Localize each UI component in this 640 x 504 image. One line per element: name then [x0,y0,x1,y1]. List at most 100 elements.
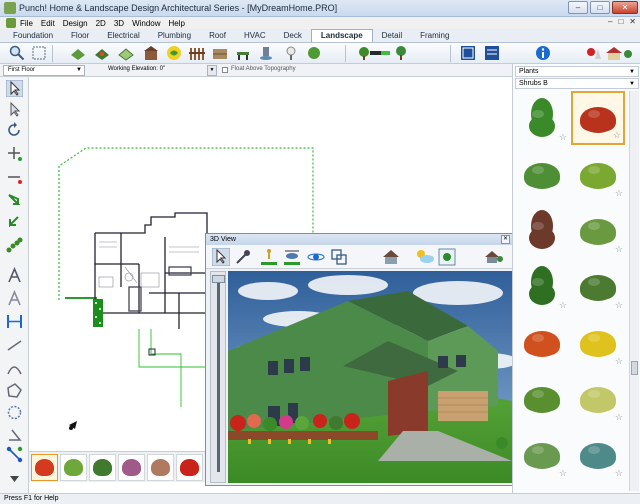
move-corner-icon[interactable] [6,214,23,231]
scroll-down-icon[interactable] [6,470,23,487]
polygon-icon[interactable] [6,382,23,399]
document-icon[interactable] [6,18,16,28]
zoom-slider-thumb[interactable] [212,275,225,283]
strip-plant-5[interactable] [147,453,174,481]
favorite-star-icon[interactable]: ☆ [615,244,623,255]
fence-icon[interactable] [189,45,205,61]
plant-thumbnail[interactable]: ☆ [515,427,569,481]
favorite-star-icon[interactable]: ☆ [615,356,623,367]
tab-detail[interactable]: Detail [373,30,411,42]
plant-thumbnail[interactable]: ☆ [571,259,625,313]
angle-icon[interactable] [6,426,23,443]
favorite-star-icon[interactable]: ☆ [615,412,623,423]
strip-plant-4[interactable] [118,453,145,481]
strip-plant-1[interactable] [31,453,58,481]
arc-icon[interactable] [6,360,23,377]
scrollbar-thumb[interactable] [631,361,638,375]
shrub-icon[interactable] [306,45,322,61]
connect-icon[interactable] [6,446,23,463]
menu-edit[interactable]: Edit [41,19,55,28]
terrain-icon[interactable] [70,45,86,61]
tab-plumbing[interactable]: Plumbing [149,30,200,42]
3d-render-viewport[interactable] [228,271,512,483]
strip-plant-2[interactable] [60,453,87,481]
rotate-icon[interactable] [6,122,23,139]
remove-point-icon[interactable] [6,169,23,186]
wall-icon[interactable] [212,45,228,61]
minimize-button[interactable]: – [568,1,588,14]
close-button[interactable]: ✕ [612,1,638,14]
strip-plant-3[interactable] [89,453,116,481]
bench-icon[interactable] [235,45,251,61]
view-box-icon[interactable] [330,248,348,266]
select-area-icon[interactable] [31,45,47,61]
dimension-icon[interactable] [6,313,23,330]
close-icon[interactable]: ✕ [501,235,510,244]
weather-icon[interactable] [415,248,435,266]
tab-deck[interactable]: Deck [275,30,311,42]
doc-minimize-button[interactable]: – [608,17,612,26]
elevation-dropdown[interactable]: ▼ [207,65,217,76]
zoom-slider[interactable] [210,271,226,483]
plan-view-icon[interactable] [460,45,476,61]
tab-landscape[interactable]: Landscape [310,29,373,42]
tree-growth-icon[interactable] [393,45,409,61]
favorite-star-icon[interactable]: ☆ [615,188,623,199]
plant-thumbnail[interactable] [515,147,569,201]
gazebo-icon[interactable] [143,45,159,61]
plant-subcategory-select[interactable]: Shrubs B ▼ [515,78,639,89]
menu-design[interactable]: Design [63,19,88,28]
walkthrough-icon[interactable] [260,248,278,266]
layout-view-icon[interactable] [484,45,500,61]
favorite-star-icon[interactable]: ☆ [615,300,623,311]
helicopter-icon[interactable] [283,248,301,266]
plant-thumbnail[interactable]: ☆ [571,427,625,481]
garden-icon[interactable] [166,45,182,61]
eyedropper-icon[interactable] [234,248,252,266]
tab-foundation[interactable]: Foundation [4,30,62,42]
pathway-icon[interactable] [118,45,134,61]
tab-framing[interactable]: Framing [411,30,458,42]
float-checkbox[interactable] [222,67,228,73]
menu-file[interactable]: File [20,19,33,28]
plant-thumbnail[interactable] [515,371,569,425]
strip-plant-6[interactable] [176,453,203,481]
plant-thumbnail[interactable]: ☆ [571,203,625,257]
decorations-icon[interactable] [586,45,602,61]
plant-thumbnail[interactable] [515,315,569,369]
menu-3d[interactable]: 3D [114,19,124,28]
menu-window[interactable]: Window [132,19,160,28]
tab-hvac[interactable]: HVAC [235,30,275,42]
plant-thumbnail[interactable]: ☆ [515,91,569,145]
plant-thumbnail[interactable]: ☆ [571,91,625,145]
menu-help[interactable]: Help [169,19,185,28]
water-feature-icon[interactable] [258,45,274,61]
plant-scrollbar[interactable] [629,91,639,491]
plant-thumbnail[interactable]: ☆ [571,315,625,369]
tab-floor[interactable]: Floor [62,30,98,42]
hedge-row-icon[interactable] [6,237,23,254]
render-settings-icon[interactable] [438,248,456,266]
plant-thumbnail[interactable]: ☆ [571,371,625,425]
doc-close-button[interactable]: ✕ [629,17,636,26]
tab-electrical[interactable]: Electrical [98,30,148,42]
text-icon[interactable] [6,267,23,284]
landscape-render-icon[interactable] [482,248,504,266]
doc-restore-button[interactable]: □ [618,17,623,26]
move-down-icon[interactable] [6,192,23,209]
maximize-button[interactable]: □ [590,1,610,14]
light-icon[interactable] [283,45,299,61]
favorite-star-icon[interactable]: ☆ [559,468,567,479]
plant-thumbnail[interactable]: ☆ [571,147,625,201]
3d-view-titlebar[interactable]: 3D View ✕ [206,234,512,245]
circle-icon[interactable] [6,404,23,421]
add-point-icon[interactable] [6,145,23,162]
timeline-icon[interactable] [369,45,391,61]
orbit-icon[interactable] [307,248,325,266]
house-style-icon[interactable] [604,45,634,61]
floor-select[interactable]: First Floor ▼ [3,65,85,76]
tab-roof[interactable]: Roof [200,30,235,42]
favorite-star-icon[interactable]: ☆ [615,468,623,479]
favorite-star-icon[interactable]: ☆ [559,132,567,143]
menu-2d[interactable]: 2D [96,19,106,28]
